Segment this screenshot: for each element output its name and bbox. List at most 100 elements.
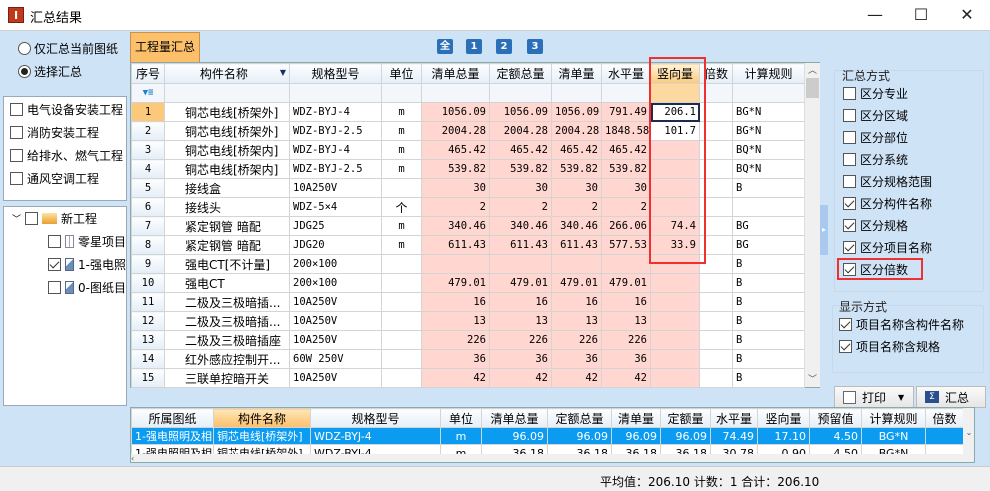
cell-3[interactable]: 个 [381, 197, 422, 217]
cell-4[interactable]: 479.01 [421, 273, 490, 293]
level-all-button[interactable]: 全 [437, 39, 453, 54]
cell-3[interactable] [381, 330, 422, 350]
cell-10[interactable]: B [732, 178, 805, 198]
checkbox[interactable] [10, 172, 23, 185]
cell-0[interactable]: 12 [131, 311, 165, 331]
filter-cell[interactable] [164, 83, 290, 103]
cell-4[interactable]: 36 [421, 349, 490, 369]
cell-6[interactable]: 465.42 [551, 140, 602, 160]
cell-5[interactable]: 36 [489, 349, 552, 369]
cell-10[interactable]: BG [732, 235, 805, 255]
cell-9[interactable] [699, 311, 733, 331]
cell-8[interactable] [650, 273, 700, 293]
dropdown-arrow-icon[interactable]: ▼ [898, 393, 904, 402]
cell-4[interactable]: 2 [421, 197, 490, 217]
cell-2[interactable]: 10A250V [289, 330, 382, 350]
cell-1[interactable]: 铜芯电线[桥架外] [164, 102, 290, 122]
option-summary-mode[interactable]: 区分规格 [837, 214, 932, 236]
cell-3[interactable]: m [381, 140, 422, 160]
cell-6[interactable]: 1056.09 [551, 102, 602, 122]
cell-4[interactable]: 13 [421, 311, 490, 331]
cell-9[interactable] [699, 292, 733, 312]
cell-0[interactable]: 6 [131, 197, 165, 217]
scroll-down-icon[interactable]: ﹀ [805, 372, 820, 385]
maximize-button[interactable]: ☐ [898, 0, 944, 30]
cell-10[interactable]: B [732, 292, 805, 312]
cell-10[interactable]: B [732, 254, 805, 274]
checkbox[interactable] [48, 258, 61, 271]
cell-0[interactable]: 1 [131, 102, 165, 122]
cell-0[interactable]: 10 [131, 273, 165, 293]
cell-7[interactable]: 16 [601, 292, 651, 312]
cell-2[interactable]: WDZ-BYJ-4 [289, 140, 382, 160]
column-header[interactable]: 序号 [131, 63, 165, 84]
cell-5[interactable]: 96.09 [547, 427, 612, 445]
cell-9[interactable] [699, 273, 733, 293]
cell-8[interactable] [650, 349, 700, 369]
checkbox[interactable] [839, 317, 852, 331]
column-header[interactable]: 水平量 [601, 63, 651, 84]
column-header[interactable]: 预留值 [809, 408, 862, 428]
level-1-button[interactable]: 1 [466, 39, 482, 54]
cell-5[interactable]: 2 [489, 197, 552, 217]
checkbox[interactable] [839, 339, 852, 353]
table-row[interactable]: 12 二极及三极暗插... 10A250V 13 13 13 13 B [131, 311, 805, 331]
cell-0[interactable]: 8 [131, 235, 165, 255]
table-row[interactable]: 10 强电CT 200×100 479.01 479.01 479.01 479.01 B [131, 273, 805, 293]
discipline-item[interactable]: 电气设备安装工程 [4, 98, 126, 121]
column-header[interactable]: 清单总量 [421, 63, 490, 84]
column-header[interactable]: 单位 [440, 408, 482, 428]
column-header[interactable]: 清单总量 [481, 408, 548, 428]
vertical-scrollbar[interactable]: ︿ ﹀ [804, 63, 820, 387]
cell-2[interactable]: 10A250V [289, 368, 382, 388]
cell-3[interactable] [381, 349, 422, 369]
discipline-item[interactable]: 给排水、燃气工程 [4, 144, 126, 167]
cell-0[interactable]: 4 [131, 159, 165, 179]
table-row[interactable]: 14 红外感应控制开... 60W 250V 36 36 36 36 B [131, 349, 805, 369]
level-2-button[interactable]: 2 [496, 39, 512, 54]
checkbox[interactable] [843, 196, 856, 210]
cell-6[interactable]: 96.09 [611, 427, 661, 445]
cell-6[interactable]: 479.01 [551, 273, 602, 293]
checkbox[interactable] [843, 86, 856, 100]
column-header[interactable]: 定额量 [660, 408, 711, 428]
column-header[interactable]: 构件名称 [213, 408, 311, 428]
level-3-button[interactable]: 3 [527, 39, 543, 54]
close-button[interactable]: ✕ [944, 0, 990, 30]
cell-3[interactable]: m [381, 216, 422, 236]
cell-10[interactable]: B [732, 349, 805, 369]
cell-9[interactable] [699, 349, 733, 369]
cell-6[interactable]: 539.82 [551, 159, 602, 179]
scroll-thumb[interactable] [806, 78, 819, 98]
cell-4[interactable]: 1056.09 [421, 102, 490, 122]
cell-0[interactable]: 5 [131, 178, 165, 198]
detail-vertical-scrollbar[interactable]: ⌄ [963, 408, 974, 462]
cell-2[interactable]: JDG25 [289, 216, 382, 236]
cell-1[interactable]: 二极及三极暗插座 [164, 330, 290, 350]
cell-8[interactable] [650, 311, 700, 331]
cell-10[interactable]: B [732, 273, 805, 293]
cell-4[interactable]: 16 [421, 292, 490, 312]
cell-5[interactable]: 42 [489, 368, 552, 388]
column-header[interactable]: 清单量 [551, 63, 602, 84]
cell-7[interactable]: 465.42 [601, 140, 651, 160]
cell-2[interactable]: 10A250V [289, 292, 382, 312]
column-header[interactable]: 水平量 [710, 408, 758, 428]
cell-12[interactable] [925, 427, 964, 445]
cell-9[interactable] [699, 368, 733, 388]
cell-6[interactable]: 226 [551, 330, 602, 350]
table-row[interactable]: 13 二极及三极暗插座 10A250V 226 226 226 226 B [131, 330, 805, 350]
filter-cell[interactable] [601, 83, 651, 103]
column-header[interactable]: 单位 [381, 63, 422, 84]
cell-2[interactable]: WDZ-BYJ-2.5 [289, 121, 382, 141]
cell-7[interactable]: 266.06 [601, 216, 651, 236]
cell-10[interactable]: BG*N [732, 102, 805, 122]
cell-6[interactable]: 42 [551, 368, 602, 388]
cell-2[interactable]: WDZ-BYJ-4 [289, 102, 382, 122]
summarize-button[interactable]: Σ 汇总 [916, 386, 986, 408]
cell-5[interactable]: 479.01 [489, 273, 552, 293]
cell-6[interactable] [551, 254, 602, 274]
cell-5[interactable]: 1056.09 [489, 102, 552, 122]
tree-item[interactable]: 0-图纸目 [4, 276, 126, 299]
cell-7[interactable]: 2 [601, 197, 651, 217]
